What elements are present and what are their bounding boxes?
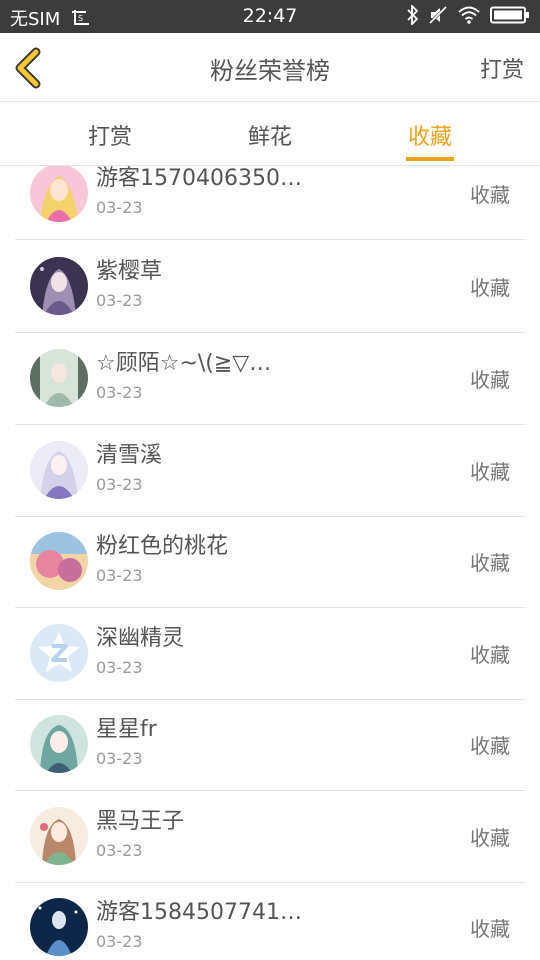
tab-favorites[interactable]: 收藏 xyxy=(350,102,510,165)
tab-reward[interactable]: 打赏 xyxy=(30,102,190,165)
tab-label: 鲜花 xyxy=(247,125,292,150)
fan-name: 深幽精灵 xyxy=(96,626,185,651)
list-item: 深幽精灵 03-23 收藏 xyxy=(0,608,540,700)
list-item: ☆顾陌☆~\(≧▽… 03-23 收藏 xyxy=(0,333,540,425)
fan-date: 03-23 xyxy=(96,932,143,951)
fan-date: 03-23 xyxy=(96,198,143,217)
tab-bar: 打赏 鲜花 收藏 xyxy=(0,102,540,166)
divider xyxy=(15,239,525,240)
battery-icon xyxy=(490,6,530,24)
list-item: 清雪溪 03-23 收藏 xyxy=(0,425,540,517)
mute-icon xyxy=(428,5,448,25)
fan-name: 黑马王子 xyxy=(96,809,185,834)
favorite-label: 收藏 xyxy=(470,551,510,575)
favorite-label: 收藏 xyxy=(470,643,510,667)
fan-name: 清雪溪 xyxy=(96,443,163,468)
avatar[interactable] xyxy=(30,257,88,315)
avatar[interactable] xyxy=(30,166,88,222)
fan-name: 紫樱草 xyxy=(96,259,163,284)
fan-date: 03-23 xyxy=(96,475,143,494)
fan-date: 03-23 xyxy=(96,658,143,677)
favorite-label: 收藏 xyxy=(470,917,510,941)
tab-flowers[interactable]: 鲜花 xyxy=(190,102,350,165)
list-item: 黑马王子 03-23 收藏 xyxy=(0,791,540,883)
favorite-label: 收藏 xyxy=(470,734,510,758)
list-item: 紫樱草 03-23 收藏 xyxy=(0,241,540,333)
favorite-label: 收藏 xyxy=(470,183,510,207)
avatar[interactable] xyxy=(30,532,88,590)
list-item: 游客1570406350… 03-23 收藏 xyxy=(0,166,540,240)
fan-date: 03-23 xyxy=(96,749,143,768)
fan-date: 03-23 xyxy=(96,566,143,585)
status-bar: 无SIM S 22:47 xyxy=(0,0,540,33)
favorite-label: 收藏 xyxy=(470,460,510,484)
avatar[interactable] xyxy=(30,807,88,865)
page-title: 粉丝荣誉榜 xyxy=(210,57,330,85)
fan-name: 游客1584507741… xyxy=(96,900,302,925)
favorite-label: 收藏 xyxy=(470,276,510,300)
list-item: 游客1584507741… 03-23 收藏 xyxy=(0,882,540,960)
fan-name: 游客1570406350… xyxy=(96,166,302,191)
avatar[interactable] xyxy=(30,715,88,773)
fan-date: 03-23 xyxy=(96,841,143,860)
fan-list[interactable]: 游客1570406350… 03-23 收藏 紫樱草 03-23 收藏 ☆顾陌☆… xyxy=(0,166,540,960)
fan-name: 星星fr xyxy=(96,717,157,742)
tab-label: 收藏 xyxy=(407,125,452,150)
avatar[interactable] xyxy=(30,349,88,407)
avatar[interactable] xyxy=(30,898,88,956)
avatar[interactable] xyxy=(30,624,88,682)
bluetooth-icon xyxy=(407,5,419,25)
fan-date: 03-23 xyxy=(96,291,143,310)
wifi-icon xyxy=(457,5,481,25)
fan-name: ☆顾陌☆~\(≧▽… xyxy=(96,351,272,376)
reward-button[interactable]: 打赏 xyxy=(480,52,524,84)
favorite-label: 收藏 xyxy=(470,826,510,850)
fan-date: 03-23 xyxy=(96,383,143,402)
tab-label: 打赏 xyxy=(87,125,132,150)
list-item: 粉红色的桃花 03-23 收藏 xyxy=(0,516,540,608)
favorite-label: 收藏 xyxy=(470,368,510,392)
header: 粉丝荣誉榜 打赏 xyxy=(0,33,540,102)
avatar[interactable] xyxy=(30,441,88,499)
fan-name: 粉红色的桃花 xyxy=(96,534,229,559)
active-tab-indicator xyxy=(406,157,454,161)
list-item: 星星fr 03-23 收藏 xyxy=(0,699,540,791)
